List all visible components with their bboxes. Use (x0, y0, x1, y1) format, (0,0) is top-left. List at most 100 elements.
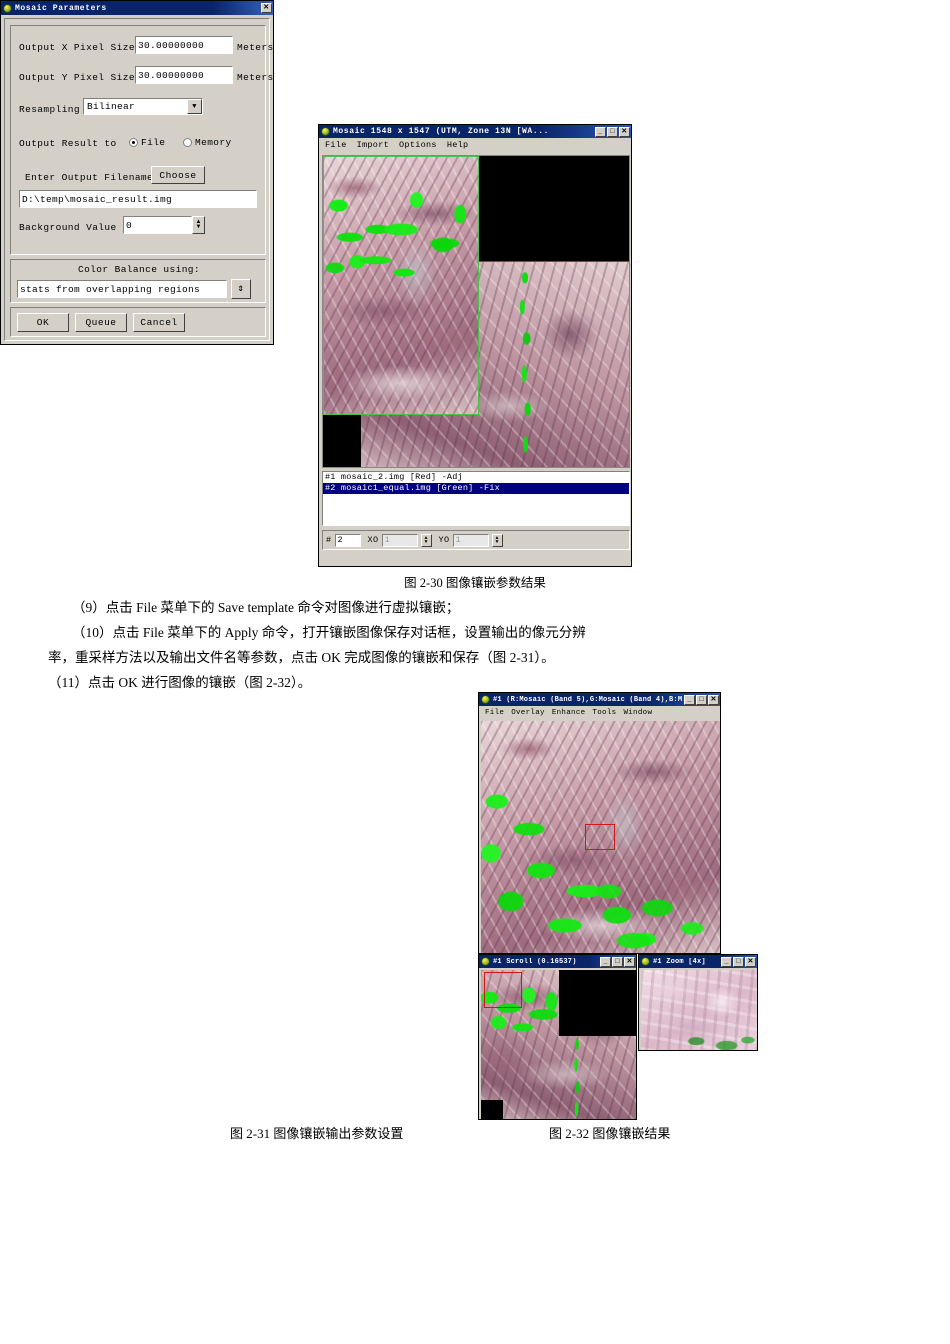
mosaic-window-title: Mosaic 1548 x 1547 (UTM, Zone 13N [WA... (333, 127, 550, 136)
mosaic-window-controls[interactable]: _ □ ✕ (595, 126, 630, 137)
erdas-app-icon (481, 957, 490, 966)
output-settings-group: Output X Pixel Size 30.00000000 Meters O… (10, 25, 273, 255)
ok-button[interactable]: OK (17, 313, 69, 332)
color-balance-label: Color Balance using: (77, 264, 201, 275)
background-value-input[interactable]: 0 (123, 216, 192, 234)
radio-output-memory[interactable]: Memory (183, 137, 232, 148)
yo-stepper[interactable]: ▲ ▼ (491, 533, 503, 547)
main-viewer-title: #1 (R:Mosaic (Band 5),G:Mosaic (Band 4),… (493, 695, 684, 704)
menu-item-window[interactable]: Window (623, 709, 652, 717)
xo-stepper[interactable]: ▲ ▼ (420, 533, 432, 547)
mosaic-status-bar: # 2 XO 1 ▲ ▼ YO 1 ▲ ▼ (322, 530, 630, 550)
output-x-pixel-size-label: Output X Pixel Size (19, 42, 135, 53)
menu-item-file[interactable]: File (325, 140, 347, 150)
minimize-icon[interactable]: _ (600, 956, 611, 967)
radio-dot-memory-icon[interactable] (183, 138, 192, 147)
zoom-vegetation-patch (681, 1028, 757, 1050)
close-icon[interactable]: ✕ (745, 956, 756, 967)
output-y-pixel-size-input[interactable]: 30.00000000 (135, 66, 233, 84)
output-x-pixel-size-input[interactable]: 30.00000000 (135, 36, 233, 54)
mosaic-image-list[interactable]: #1 mosaic_2.img [Red] -Adj #2 mosaic1_eq… (322, 471, 630, 526)
list-item[interactable]: #1 mosaic_2.img [Red] -Adj (323, 472, 629, 483)
close-icon[interactable]: ✕ (708, 694, 719, 705)
radio-label-memory: Memory (195, 137, 232, 148)
close-icon[interactable]: ✕ (619, 126, 630, 137)
main-viewer-window[interactable]: #1 (R:Mosaic (Band 5),G:Mosaic (Band 4),… (478, 692, 721, 954)
maximize-icon[interactable]: □ (733, 956, 744, 967)
erdas-app-icon (641, 957, 650, 966)
maximize-icon[interactable]: □ (612, 956, 623, 967)
minimize-icon[interactable]: _ (721, 956, 732, 967)
chevron-down-icon[interactable]: ▼ (187, 99, 202, 114)
erdas-app-icon (481, 695, 490, 704)
mosaic-parameters-title: Mosaic Parameters (15, 3, 107, 13)
scroll-viewer-controls[interactable]: _ □ ✕ (600, 956, 635, 967)
mosaic-window-titlebar[interactable]: Mosaic 1548 x 1547 (UTM, Zone 13N [WA...… (319, 125, 631, 138)
figure-2-32-caption: 图 2-32 图像镶嵌结果 (549, 1126, 671, 1141)
background-value-label: Background Value (19, 222, 117, 233)
zoom-viewer-window[interactable]: #1 Zoom [4x] _ □ ✕ (638, 954, 758, 1051)
scroll-aoi-box[interactable] (484, 972, 522, 1008)
figure-2-30-caption: 图 2-30 图像镶嵌参数结果 (404, 576, 546, 590)
erdas-app-icon (3, 3, 12, 13)
maximize-icon[interactable]: □ (696, 694, 707, 705)
resampling-dropdown[interactable]: Bilinear ▼ (83, 98, 203, 115)
menu-item-enhance[interactable]: Enhance (552, 709, 586, 717)
mosaic-parameters-controls[interactable]: ✕ (261, 3, 272, 13)
close-icon[interactable]: ✕ (624, 956, 635, 967)
mosaic-preview-canvas[interactable] (322, 155, 630, 468)
output-y-pixel-size-label: Output Y Pixel Size (19, 72, 135, 83)
output-y-units-label: Meters (237, 72, 274, 83)
mosaic-parameters-body: Output X Pixel Size 30.00000000 Meters O… (4, 18, 273, 341)
background-value-spin-icon[interactable]: ▲ ▼ (192, 216, 205, 234)
cancel-button[interactable]: Cancel (133, 313, 185, 332)
radio-dot-file-icon[interactable] (129, 138, 138, 147)
output-result-to-label: Output Result to (19, 138, 117, 149)
main-viewer-canvas[interactable] (481, 721, 720, 953)
mosaic-window[interactable]: Mosaic 1548 x 1547 (UTM, Zone 13N [WA...… (318, 124, 632, 567)
output-filename-label: Enter Output Filename (25, 172, 154, 183)
list-item[interactable]: #2 mosaic1_equal.img [Green] -Fix (323, 483, 629, 494)
minimize-icon[interactable]: _ (684, 694, 695, 705)
menu-item-file[interactable]: File (485, 709, 504, 717)
zoom-viewer-titlebar[interactable]: #1 Zoom [4x] _ □ ✕ (639, 955, 757, 968)
yo-field[interactable]: 1 (452, 533, 489, 547)
color-balance-value[interactable]: stats from overlapping regions (17, 280, 227, 298)
figure-2-31-caption: 图 2-31 图像镶嵌输出参数设置 (230, 1126, 404, 1141)
zoom-viewer-controls[interactable]: _ □ ✕ (721, 956, 756, 967)
menu-item-tools[interactable]: Tools (592, 709, 616, 717)
menu-item-overlay[interactable]: Overlay (511, 709, 545, 717)
mosaic-window-menubar[interactable]: File Import Options Help (319, 138, 631, 152)
queue-button[interactable]: Queue (75, 313, 127, 332)
zoom-viewer-title: #1 Zoom [4x] (653, 957, 706, 966)
radio-label-file: File (141, 137, 166, 148)
scroll-viewer-titlebar[interactable]: #1 Scroll (0.16537) _ □ ✕ (479, 955, 636, 968)
color-balance-updown-icon[interactable]: ⇕ (231, 279, 251, 299)
scroll-viewer-title: #1 Scroll (0.16537) (493, 957, 577, 966)
main-viewer-controls[interactable]: _ □ ✕ (684, 694, 719, 705)
xo-field[interactable]: 1 (381, 533, 418, 547)
image-number-field[interactable]: 2 (334, 533, 361, 547)
maximize-icon[interactable]: □ (607, 126, 618, 137)
image-number-label: # (326, 535, 332, 545)
menu-item-import[interactable]: Import (357, 140, 389, 150)
minimize-icon[interactable]: _ (595, 126, 606, 137)
xo-label: XO (367, 535, 379, 545)
mosaic-vegetation-band-lower (323, 218, 473, 282)
output-filename-input[interactable]: D:\temp\mosaic_result.img (19, 190, 257, 208)
output-x-units-label: Meters (237, 42, 274, 53)
main-viewer-titlebar[interactable]: #1 (R:Mosaic (Band 5),G:Mosaic (Band 4),… (479, 693, 720, 706)
close-icon[interactable]: ✕ (261, 3, 272, 13)
background-value-stepper[interactable]: 0 ▲ ▼ (123, 216, 205, 234)
menu-item-options[interactable]: Options (399, 140, 437, 150)
radio-output-file[interactable]: File (129, 137, 165, 148)
mosaic-parameters-titlebar[interactable]: Mosaic Parameters ✕ (1, 1, 273, 15)
menu-item-help[interactable]: Help (447, 140, 469, 150)
zoom-viewer-canvas[interactable] (641, 970, 757, 1050)
scroll-viewer-canvas[interactable] (481, 970, 636, 1119)
aoi-zoom-box[interactable] (585, 824, 615, 850)
mosaic-parameters-dialog[interactable]: Mosaic Parameters ✕ Output X Pixel Size … (0, 0, 274, 345)
choose-button[interactable]: Choose (151, 166, 205, 184)
scroll-viewer-window[interactable]: #1 Scroll (0.16537) _ □ ✕ (478, 954, 637, 1120)
main-viewer-menubar[interactable]: File Overlay Enhance Tools Window (479, 706, 720, 719)
